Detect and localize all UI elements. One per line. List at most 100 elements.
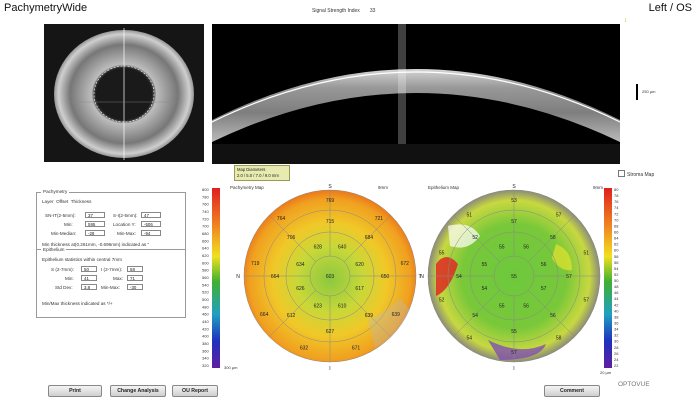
pachy-ring3-value: 639	[392, 312, 401, 318]
pachy-scale-label: 660	[202, 238, 209, 243]
epi-min-label: Min:	[65, 276, 74, 281]
tab-offset[interactable]: Offset	[56, 199, 68, 204]
epi-ring3-value: 55	[439, 251, 445, 257]
epi-scale-label: 78	[614, 193, 619, 198]
pachymetry-legend: Pachymetry	[41, 189, 70, 194]
epi-ring3-value: 57	[556, 213, 562, 219]
epi-scale-label: 58	[614, 254, 619, 259]
pachy-ring2-value: 706	[287, 235, 296, 241]
pachymetry-panel: Pachymetry Layer Offset Thickness SN-IT(…	[36, 189, 186, 318]
map-diameters-box[interactable]: Map Diameters 2.0 / 5.0 / 7.0 / 9.0 mm	[234, 165, 290, 181]
thickness-maps: 800 780 760 740 720 700 680 660 640 620 600 580 560 5…	[202, 184, 619, 375]
epi-ring1-value: 55	[499, 304, 505, 310]
pachy-ring1-value: 610	[338, 304, 347, 310]
comment-button[interactable]: Comment	[544, 385, 600, 397]
pachy-scale-label: 800	[202, 187, 209, 192]
pachy-scale-label: 420	[202, 326, 209, 331]
map-diameters-values: 2.0 / 5.0 / 7.0 / 9.0 mm	[237, 172, 279, 178]
epi-ring3-value: 51	[467, 213, 473, 219]
epi-orient-left: N	[420, 274, 424, 280]
pachy-ring1-value: 628	[314, 244, 323, 250]
epi-ring2-value: 58	[550, 235, 556, 241]
location-field[interactable]: -506	[141, 221, 161, 227]
ou-report-button[interactable]: OU Report	[172, 385, 218, 397]
pachymetry-scale-labels: 800 780 760 740 720 700 680 660 640 620 600 580 560 5…	[202, 187, 209, 368]
epi-scale-label: 80	[614, 187, 619, 192]
epi-ring2-value: 54	[456, 274, 462, 280]
pachymetry-scale-unit: 300 µm	[224, 365, 238, 370]
epi-scale-label: 56	[614, 260, 619, 265]
std-field[interactable]: 3.8	[81, 284, 97, 290]
epi-ring2-value: 52	[472, 235, 478, 241]
position-marker-icon[interactable]: ↕	[624, 18, 627, 24]
sn-it-field[interactable]: 37	[85, 212, 105, 218]
epi-orient-top: S	[512, 184, 516, 190]
epi-scale-label: 24	[614, 357, 619, 362]
epi-min-field[interactable]: 41	[81, 275, 97, 281]
pachy-ring3-value: 721	[375, 216, 384, 222]
epi-scale-label: 62	[614, 242, 619, 247]
pachy-ring1-value: 623	[314, 304, 323, 310]
epi-scale-label: 50	[614, 278, 619, 283]
pachymetry-map-unit: 9mm	[378, 185, 388, 190]
epi-scale-label: 22	[614, 363, 619, 368]
pachy-orient-top: S	[328, 184, 332, 190]
print-button[interactable]: Print	[48, 385, 102, 397]
signal-strength: Signal Strength Index 33	[312, 8, 375, 14]
s-i-field[interactable]: 47	[141, 212, 161, 218]
pachymetry-color-scale	[212, 188, 220, 368]
pachy-ring2-value: 639	[365, 313, 374, 319]
pachy-ring3-value: 672	[401, 261, 410, 267]
epi-scale-label: 66	[614, 229, 619, 234]
stroma-map-checkbox[interactable]: Stroma Map	[618, 170, 654, 178]
epithelium-scale-unit: 20 µm	[600, 370, 612, 375]
signal-strength-value: 33	[369, 8, 376, 14]
epi-ring2-value: 57	[566, 274, 572, 280]
s-i-label: S-I(2-5mm):	[113, 213, 138, 218]
s-label: S (2-7mm):	[51, 267, 74, 272]
epi-ring3-value: 53	[511, 198, 517, 204]
epi-ring3-value: 52	[439, 298, 445, 304]
epi-stats-title: Epithelium statistics within central 7mm	[42, 257, 122, 262]
app-title: PachymetryWide	[4, 2, 88, 14]
pachy-scale-label: 780	[202, 194, 209, 199]
epi-scale-label: 38	[614, 314, 619, 319]
min-field[interactable]: 595	[85, 221, 105, 227]
tab-thickness[interactable]: Thickness	[71, 199, 92, 204]
epi-scale-label: 60	[614, 248, 619, 253]
epi-ring1-value: 55	[499, 244, 505, 250]
epi-minmax-field[interactable]: -30	[127, 284, 143, 290]
iris-photo	[44, 24, 204, 162]
iris-image	[44, 24, 204, 162]
epithelium-legend: Epithelium	[41, 247, 67, 252]
epi-scale-label: 54	[614, 266, 619, 271]
epi-scale-label: 26	[614, 351, 619, 356]
pachy-scale-label: 500	[202, 297, 209, 302]
pachy-scale-label: 720	[202, 216, 209, 221]
epi-max-field[interactable]: 71	[127, 275, 143, 281]
pachy-ring2-value: 612	[287, 313, 296, 319]
i-field[interactable]: 58	[127, 266, 143, 272]
pachy-ring1-value: 617	[355, 286, 364, 292]
pachymetry-map-title: Pachymetry Map	[230, 185, 264, 190]
checkbox-icon[interactable]	[618, 170, 625, 177]
epi-scale-label: 44	[614, 296, 619, 301]
pachy-scale-label: 460	[202, 312, 209, 317]
epi-scale-label: 46	[614, 290, 619, 295]
scale-bar-label: 250 µm	[642, 89, 656, 94]
layer-tabs: Layer Offset Thickness	[42, 199, 91, 204]
s-field[interactable]: 50	[81, 266, 97, 272]
pachy-scale-label: 360	[202, 348, 209, 353]
sn-it-label: SN-IT(2-5mm):	[45, 213, 76, 218]
epithelium-color-scale	[604, 188, 612, 368]
epi-minmax-label: Min-Max:	[101, 285, 120, 290]
min-max-field[interactable]: -94	[141, 230, 161, 236]
tab-layer[interactable]: Layer	[42, 199, 54, 204]
change-analysis-button[interactable]: Change Analysis	[110, 385, 166, 397]
optovue-logo: OPTOVUE	[618, 381, 650, 388]
pachy-ring2-value: 650	[381, 274, 390, 280]
min-median-field[interactable]: -28	[85, 230, 105, 236]
pachy-scale-label: 340	[202, 356, 209, 361]
pachy-scale-label: 480	[202, 304, 209, 309]
eye-indicator: Left / OS	[648, 2, 692, 14]
